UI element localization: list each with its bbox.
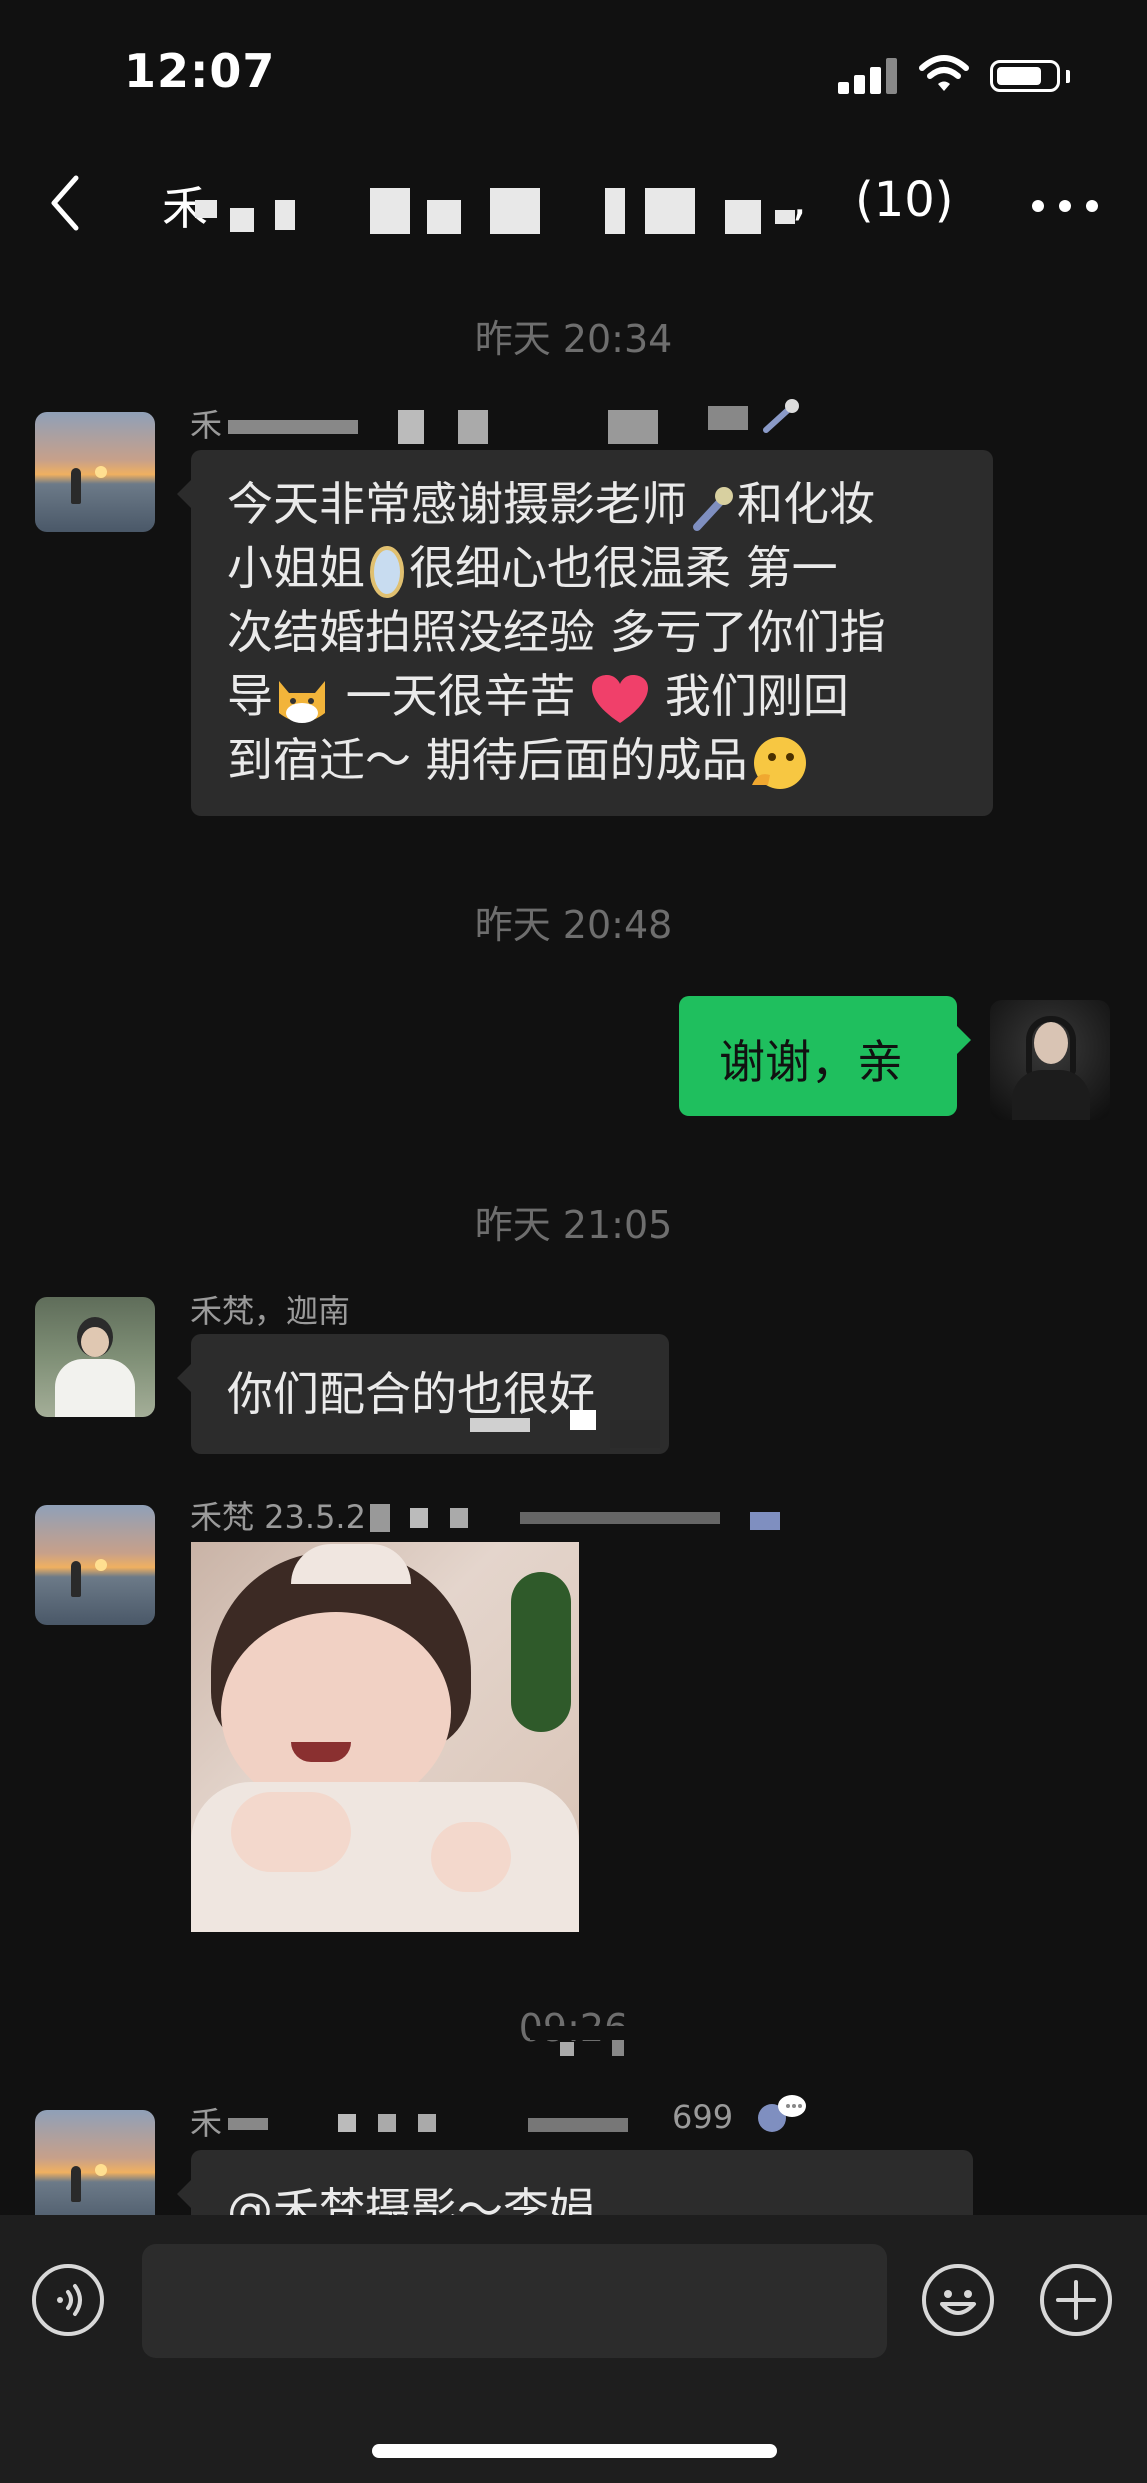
avatar[interactable] — [35, 412, 155, 532]
sender-name-visible: 禾 — [190, 406, 223, 444]
sender-name-visible: 禾梵 23.5.2 — [190, 1498, 366, 1536]
sender-name-tail: 699 — [672, 2098, 734, 2136]
timestamp: 昨天 20:34 — [474, 317, 673, 361]
heart-emoji-icon — [592, 674, 649, 723]
message-input[interactable] — [142, 2244, 887, 2358]
battery-icon — [990, 60, 1060, 92]
emoji-icon — [940, 2290, 976, 2315]
avatar[interactable] — [35, 1297, 155, 1417]
plus-icon — [1056, 2280, 1096, 2320]
battery-cap — [1066, 70, 1070, 83]
timestamp: 昨天 21:05 — [474, 1203, 673, 1247]
sender-redaction — [228, 2104, 628, 2140]
back-button[interactable] — [42, 168, 92, 238]
avatar[interactable] — [35, 2110, 155, 2230]
mirror-emoji-icon — [370, 545, 404, 598]
message-line: 导 一天很辛苦 我们刚回 — [227, 664, 957, 728]
chat-title-end: , — [792, 172, 807, 226]
sender-name: 禾 — [190, 2098, 222, 2144]
voice-icon — [57, 2284, 82, 2316]
status-time: 12:07 — [124, 44, 276, 98]
message-line: 小姐姐 很细心也很温柔 第一 — [227, 536, 957, 600]
more-button[interactable] — [1030, 180, 1100, 230]
message-line: 次结婚拍照没经验 多亏了你们指 — [227, 605, 886, 659]
chevron-left-icon — [51, 175, 79, 231]
cat-face-emoji-icon — [279, 680, 325, 723]
home-indicator — [372, 2444, 777, 2458]
sender-name-visible: 禾 — [190, 2104, 223, 2142]
message-line: 今天非常感谢摄影老师 和化妆 — [227, 477, 875, 531]
avatar-self[interactable] — [990, 1000, 1110, 1120]
emoji-button[interactable] — [922, 2264, 994, 2336]
wifi-icon — [919, 55, 969, 91]
thinking-face-emoji-icon — [751, 736, 806, 789]
timestamp-redaction — [530, 2020, 650, 2060]
avatar[interactable] — [35, 1505, 155, 1625]
timestamp: 昨天 20:48 — [474, 903, 673, 947]
message-text: 谢谢，亲 — [719, 1035, 903, 1089]
sender-redaction — [228, 402, 798, 446]
sender-name: 禾 — [190, 400, 222, 446]
message-line: 到宿迁～ 期待后面的成品 — [227, 728, 957, 793]
microphone-icon — [763, 399, 799, 433]
sender-redaction — [370, 1496, 790, 1536]
chat-bubble-icon — [758, 2095, 806, 2132]
voice-button[interactable] — [32, 2264, 104, 2336]
message-image[interactable] — [191, 1542, 579, 1932]
sender-name: 禾梵，迦南 — [190, 1292, 351, 1330]
plus-button[interactable] — [1040, 2264, 1112, 2336]
message-bubble[interactable]: 今天非常感谢摄影老师 和化妆 小姐姐 很细心也很温柔 第一 次结婚拍照没经验 多亏了… — [177, 450, 993, 816]
title-redaction — [195, 180, 815, 240]
microphone-emoji-icon — [693, 486, 733, 531]
sender-name: 禾梵 23.5.2 — [190, 1492, 366, 1538]
text-redaction — [470, 1400, 690, 1450]
cellular-signal-icon — [838, 58, 900, 94]
message-bubble-outgoing[interactable]: 谢谢，亲 — [679, 996, 971, 1116]
member-count: (10) — [855, 172, 954, 228]
